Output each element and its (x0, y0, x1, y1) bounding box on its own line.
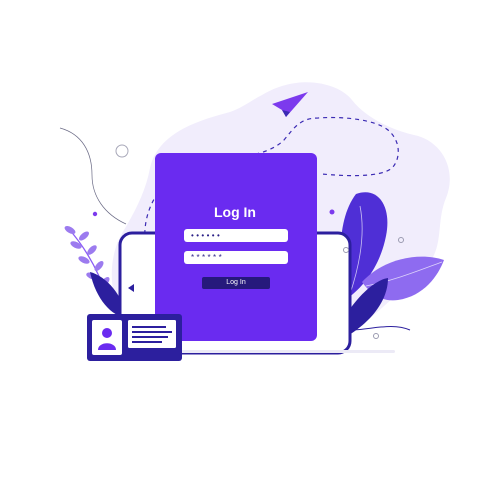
login-panel (155, 153, 317, 341)
deco-circle (373, 333, 379, 339)
deco-dot (92, 211, 98, 217)
deco-dot (329, 209, 335, 215)
phone-shadow (165, 350, 395, 353)
password-field[interactable]: ****** (184, 251, 288, 264)
login-button[interactable]: Log In (202, 277, 270, 289)
id-card (87, 314, 182, 361)
login-illustration (59, 82, 450, 361)
curved-line (59, 127, 127, 225)
deco-circle (115, 144, 129, 158)
avatar-icon (102, 328, 112, 338)
username-field[interactable]: •••••• (184, 229, 288, 242)
login-title: Log In (214, 204, 256, 220)
